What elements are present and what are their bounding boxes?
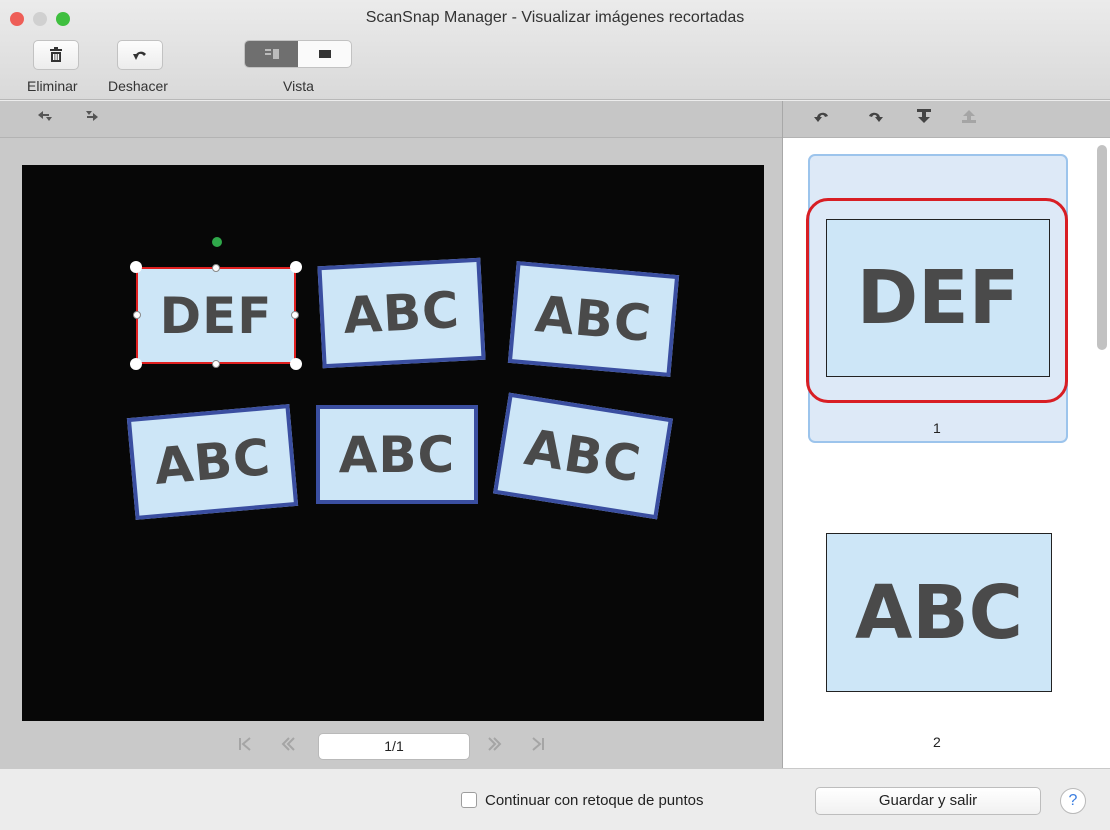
card-text: ABC (338, 425, 456, 484)
single-view-option[interactable] (298, 41, 351, 67)
last-page-icon[interactable] (531, 736, 545, 757)
dot-retouch-checkbox[interactable] (461, 792, 477, 808)
resize-handle[interactable] (291, 311, 299, 319)
rotation-handle[interactable] (212, 237, 222, 247)
split-view-option[interactable] (245, 41, 298, 67)
undo-button[interactable] (117, 40, 163, 70)
page-number-field[interactable]: 1/1 (318, 733, 470, 760)
rotate-cw-icon[interactable] (866, 108, 884, 129)
save-and-exit-button[interactable]: Guardar y salir (815, 787, 1041, 815)
cropped-card[interactable]: ABC (507, 261, 680, 377)
cropped-card[interactable]: ABC (317, 257, 486, 369)
card-text: ABC (520, 418, 646, 494)
thumbnail-number: 1 (933, 420, 941, 436)
thumbnail-number: 2 (933, 734, 941, 750)
rotate-ccw-icon[interactable] (813, 108, 831, 129)
rotate-left-icon[interactable] (36, 108, 54, 129)
canvas-toolbar (0, 101, 782, 138)
trash-icon (50, 47, 62, 62)
view-label: Vista (283, 78, 314, 94)
delete-button[interactable] (33, 40, 79, 70)
thumbnail-toolbar (783, 101, 1110, 138)
cropped-card[interactable]: ABC (316, 405, 478, 504)
resize-handle[interactable] (290, 358, 302, 370)
merge-down-icon[interactable] (916, 108, 932, 129)
help-button[interactable]: ? (1060, 788, 1086, 814)
single-view-icon (318, 50, 331, 58)
resize-handle[interactable] (212, 360, 220, 368)
split-view-icon (264, 49, 279, 59)
thumbnail-2[interactable]: ABC (826, 533, 1052, 692)
next-page-icon[interactable] (488, 736, 502, 757)
resize-handle[interactable] (133, 311, 141, 319)
delete-label: Eliminar (27, 78, 78, 94)
scansnap-window: ScanSnap Manager - Visualizar imágenes r… (0, 0, 1110, 830)
title-toolbar: ScanSnap Manager - Visualizar imágenes r… (0, 0, 1110, 100)
previous-page-icon[interactable] (281, 736, 295, 757)
card-text: ABC (151, 428, 274, 496)
merge-up-icon (961, 108, 977, 129)
resize-handle[interactable] (212, 264, 220, 272)
cropped-card-selected[interactable]: DEF (136, 267, 296, 364)
resize-handle[interactable] (290, 261, 302, 273)
resize-handle[interactable] (130, 358, 142, 370)
window-title: ScanSnap Manager - Visualizar imágenes r… (365, 9, 745, 26)
cropped-card[interactable]: ABC (126, 404, 299, 520)
card-text: ABC (341, 280, 462, 346)
callout-highlight (806, 198, 1068, 403)
rotate-right-icon[interactable] (82, 108, 100, 129)
card-text: DEF (159, 286, 273, 345)
first-page-icon[interactable] (238, 736, 252, 757)
view-toggle[interactable] (244, 40, 352, 68)
undo-icon (133, 51, 146, 60)
resize-handle[interactable] (130, 261, 142, 273)
thumbnail-text: ABC (855, 569, 1023, 656)
thumbnail-scrollbar[interactable] (1097, 145, 1107, 350)
dot-retouch-label[interactable]: Continuar con retoque de puntos (485, 792, 704, 809)
card-text: ABC (532, 285, 655, 353)
undo-label: Deshacer (108, 78, 168, 94)
